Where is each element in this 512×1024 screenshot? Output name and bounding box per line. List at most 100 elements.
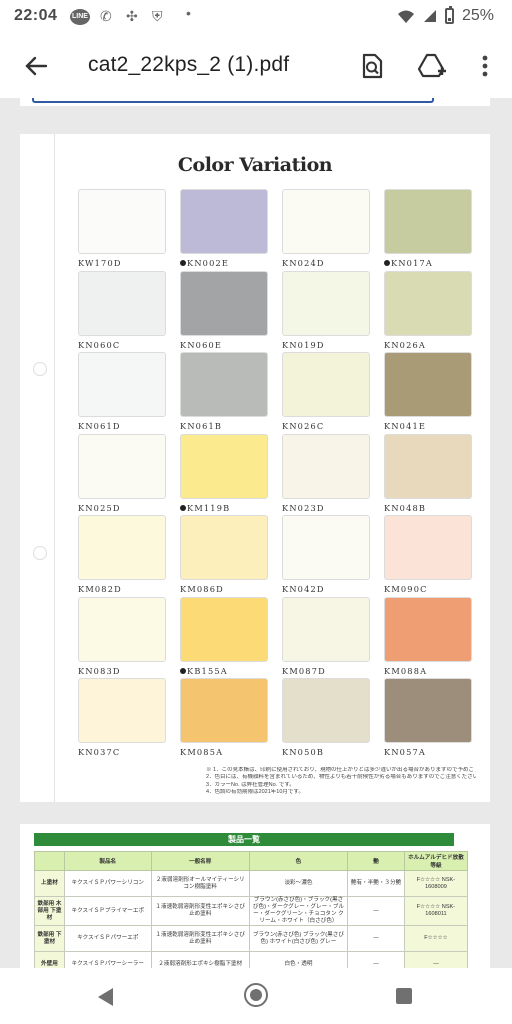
color-swatch-item: KN057A	[384, 678, 472, 757]
color-code: KN019D	[282, 339, 325, 350]
table-title: 製品一覧	[34, 833, 454, 846]
color-code: KN017A	[384, 258, 472, 268]
table-header-cell: 色	[248, 851, 349, 871]
color-swatch	[384, 352, 472, 417]
color-code: KN061D	[78, 421, 121, 431]
color-code: KN048B	[384, 502, 427, 513]
color-swatch-item: KN048B	[384, 433, 472, 513]
table-cell: —	[347, 925, 405, 952]
color-swatch-item: KN026C	[282, 352, 370, 431]
pdf-page-color-variation[interactable]: Color Variation KW170D KN002E KN024D KN017A…	[20, 134, 490, 802]
color-swatch	[180, 270, 268, 336]
note-line: 3．カラーNo. は弊社管理No. です。	[206, 781, 295, 788]
color-code: KN002E	[180, 258, 268, 268]
table-cell: 鉄部用 木部用 下塗材	[34, 896, 65, 926]
color-swatch-item: KN017A	[384, 189, 472, 268]
color-swatch	[78, 270, 166, 336]
color-code: KN024D	[282, 258, 325, 268]
table-cell: F☆☆☆☆ NSK-1608009	[403, 870, 469, 897]
color-code: KN083D	[78, 665, 121, 676]
color-swatch	[282, 270, 370, 336]
notes: ※ 1．この見本帳は、印刷に使用されており、現物の仕上がりとは多少違いが出る場合…	[206, 767, 476, 796]
color-code: KN050B	[282, 747, 325, 757]
table-header-cell	[34, 851, 65, 871]
color-swatch-item: KN024D	[282, 189, 370, 268]
color-swatch	[384, 596, 472, 662]
color-swatch-item: KM087D	[282, 596, 370, 676]
more-notifications-dot: •	[186, 5, 191, 21]
table-header-cell: 製品名	[63, 851, 152, 871]
note-line: 4．色調の有効期限は2021年10月です。	[206, 788, 304, 795]
color-swatch-item: KM119B	[180, 433, 268, 513]
color-code: KB155A	[180, 666, 268, 676]
color-code: KN060E	[180, 339, 223, 350]
marker-dot-icon	[180, 667, 186, 674]
nav-recents-icon[interactable]	[396, 988, 412, 1004]
table-cell: キクスイＳＰパワーエポ	[63, 925, 152, 952]
table-row: 鉄部用 木部用 下塗材 キクスイＳＰプライマーエポ １液速乾弱溶剤形変性エポキシさび…	[34, 896, 469, 926]
table-cell: １液速乾弱溶剤形変性エポキシさび止め塗料	[150, 896, 250, 926]
color-swatch-item: KN060C	[78, 270, 166, 350]
clock: 22:04	[14, 7, 58, 24]
marker-dot-icon	[180, 260, 186, 266]
battery-icon	[444, 6, 454, 24]
marker-dot-icon	[180, 504, 186, 511]
color-swatch	[384, 433, 472, 499]
page-title: Color Variation	[177, 154, 333, 176]
sync-notification-icon: ✣	[126, 8, 138, 24]
color-code: KN026A	[384, 339, 427, 350]
color-code: KN037C	[78, 747, 121, 757]
status-bar: 22:04 LINE ✆ ✣ ⛨ • 25%	[0, 0, 512, 34]
color-code: KN057A	[384, 747, 427, 757]
signal-icon	[423, 10, 436, 22]
table-cell: 上塗材	[34, 870, 65, 897]
color-swatch-item: KN061D	[78, 352, 166, 431]
table-cell: F☆☆☆☆	[403, 925, 469, 952]
color-swatch-item: KN023D	[282, 433, 370, 513]
search-document-icon[interactable]	[357, 51, 387, 81]
shield-alert-icon: ⛨	[152, 8, 163, 24]
nav-back-icon[interactable]	[98, 988, 113, 1006]
color-swatch	[180, 678, 268, 743]
color-swatch-item: KN050B	[282, 678, 370, 757]
color-swatch	[180, 189, 268, 254]
back-arrow-icon[interactable]	[22, 52, 50, 80]
document-title: cat2_22kps_2 (1).pdf	[88, 53, 290, 76]
product-table: 製品名 一般名称色艶ホルムアルデヒド放散等級 上塗材 キクスイＳＰパワーシリコン ２液…	[34, 851, 469, 974]
binder-hole	[33, 546, 47, 560]
table-cell: １液速乾弱溶剤形変性エポキシさび止め塗料	[150, 925, 250, 952]
battery-percent: 25%	[461, 7, 494, 24]
color-code: KN042D	[282, 584, 325, 594]
color-swatch	[78, 189, 166, 254]
color-swatch-item: KM090C	[384, 515, 472, 594]
color-swatch-item: KN025D	[78, 433, 166, 513]
navigation-bar	[0, 968, 512, 1024]
color-swatch	[282, 189, 370, 254]
table-header-cell: 一般名称	[150, 851, 250, 871]
color-swatch	[78, 515, 166, 580]
previous-page-edge	[20, 98, 490, 106]
more-options-icon[interactable]	[470, 51, 500, 81]
color-code: KM082D	[78, 584, 122, 594]
line-notification-icon: LINE	[70, 9, 90, 25]
color-code: KM088A	[384, 665, 428, 676]
table-header-cell: ホルムアルデヒド放散等級	[403, 851, 469, 871]
table-cell: キクスイＳＰパワーシリコン	[63, 870, 152, 897]
color-swatch-item: KM082D	[78, 515, 166, 594]
color-code: KN060C	[78, 339, 121, 350]
pdf-page-product-list[interactable]: 製品一覧 製品名 一般名称色艶ホルムアルデヒド放散等級 上塗材 キクスイＳＰパワーシ…	[20, 824, 490, 974]
color-swatch	[384, 678, 472, 743]
color-swatch-item: KN042D	[282, 515, 370, 594]
color-swatch-item: KN002E	[180, 189, 268, 268]
nav-home-icon[interactable]	[244, 983, 268, 1007]
color-swatch	[78, 352, 166, 417]
table-row: 上塗材 キクスイＳＰパワーシリコン ２液弱溶剤形オールマイティーシリコン樹脂塗料 淡彩…	[34, 870, 469, 897]
color-swatch	[180, 433, 268, 499]
add-to-drive-icon[interactable]	[417, 51, 447, 81]
note-line: 2．色目には、有機顔料を含まれているため、物性よりも若干耐候性が劣る場合もありま…	[206, 774, 476, 781]
color-code: KW170D	[78, 258, 122, 268]
table-row: 鉄部用 下塗材 キクスイＳＰパワーエポ １液速乾弱溶剤形変性エポキシさび止め塗料 ブラ…	[34, 925, 469, 952]
color-swatch	[282, 352, 370, 417]
color-swatch	[282, 678, 370, 743]
color-swatch-item: KN037C	[78, 678, 166, 757]
